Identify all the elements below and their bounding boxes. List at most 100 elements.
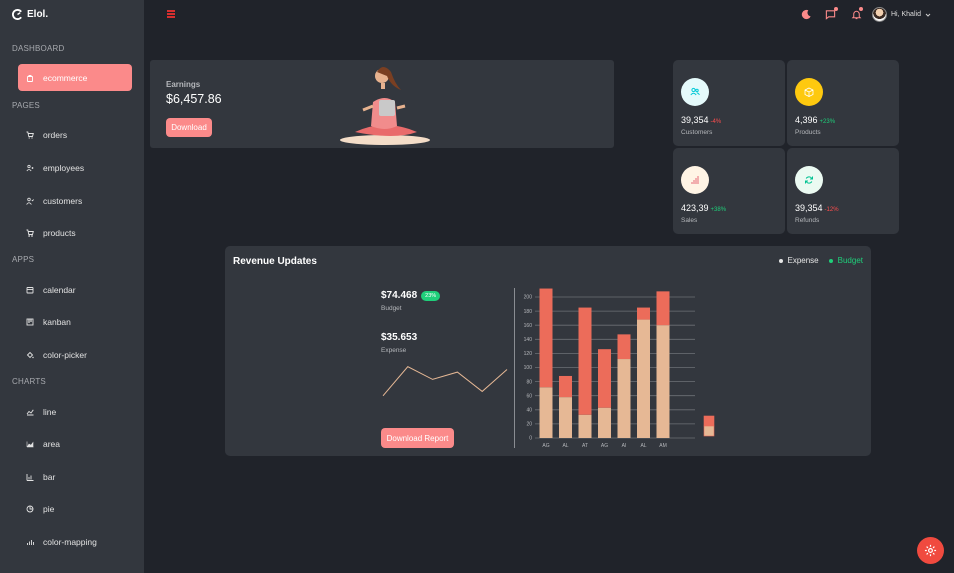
expense-value: $35.653: [381, 332, 418, 343]
bar-budget[interactable]: [539, 387, 553, 438]
user-check-icon: [26, 197, 34, 205]
sidebar-item-label: color-picker: [43, 349, 87, 360]
sidebar-item-label: kanban: [43, 316, 71, 327]
sidebar-item-employees[interactable]: employees: [18, 154, 132, 181]
bar-budget[interactable]: [559, 397, 572, 438]
cart-icon: [26, 131, 34, 139]
stat-change: +23%: [819, 119, 836, 125]
budget-value: $74.468 23%: [381, 290, 441, 301]
chevron-down-icon: [925, 13, 931, 17]
y-tick-label: 200: [524, 295, 533, 301]
sidebar-item-calendar[interactable]: calendar: [18, 276, 132, 303]
expense-label: Expense: [381, 347, 407, 354]
stat-change: -12%: [824, 207, 839, 213]
logo-icon: [12, 9, 22, 20]
sidebar-item-pie[interactable]: pie: [18, 495, 132, 522]
legend-item-expense[interactable]: Expense: [778, 256, 819, 265]
sidebar-item-customers[interactable]: customers: [18, 187, 132, 214]
sidebar-section-pages: PAGES: [12, 101, 40, 110]
download-button[interactable]: Download: [166, 118, 212, 137]
bar-budget[interactable]: [578, 414, 592, 438]
sidebar-item-label: pie: [43, 503, 55, 514]
x-tick-label: AL: [640, 443, 646, 449]
stat-value: 39,354 -12%: [795, 203, 839, 213]
legend-item-budget[interactable]: Budget: [828, 256, 863, 265]
sidebar-item-ecommerce[interactable]: ecommerce: [18, 64, 132, 91]
area-chart-icon: [26, 441, 34, 447]
bell-notification-dot: [859, 7, 863, 11]
expense-sparkline: [382, 366, 508, 397]
stock-chart-icon: [27, 539, 34, 545]
sidebar-item-kanban[interactable]: kanban: [18, 308, 132, 335]
sidebar-item-bar[interactable]: bar: [18, 463, 132, 490]
bar-expense[interactable]: [559, 375, 572, 398]
y-tick-label: 100: [524, 365, 533, 371]
sidebar-item-color-picker[interactable]: color-picker: [18, 341, 132, 368]
bar-expense[interactable]: [539, 288, 553, 388]
stat-icon-wrapper[interactable]: [795, 78, 823, 106]
revenue-title: Revenue Updates: [233, 256, 317, 267]
sidebar-item-label: color-mapping: [43, 536, 97, 547]
earnings-card: Earnings $6,457.86 Download: [150, 60, 614, 148]
x-tick-label: AT: [582, 443, 588, 449]
user-menu[interactable]: Hi, Khalid: [872, 7, 931, 22]
revenue-card: Revenue Updates Expense Budget $74.468 23…: [225, 246, 871, 456]
y-tick-label: 60: [526, 393, 532, 399]
bar-expense[interactable]: [656, 291, 670, 326]
bar-chart-icon: [691, 176, 699, 184]
bar-budget[interactable]: [656, 325, 670, 438]
stat-name: Products: [795, 129, 821, 136]
bar-expense[interactable]: [637, 307, 650, 320]
y-tick-label: 0: [529, 436, 532, 442]
sidebar-item-orders[interactable]: orders: [18, 121, 132, 148]
sidebar-item-label: ecommerce: [43, 72, 88, 83]
bar-budget[interactable]: [617, 359, 631, 438]
stat-change: -4%: [710, 119, 722, 125]
x-tick-label: AM: [659, 443, 667, 449]
x-tick-label: AG: [601, 443, 608, 449]
download-report-button[interactable]: Download Report: [381, 428, 454, 448]
bar-expense[interactable]: [617, 334, 631, 360]
settings-button[interactable]: [917, 537, 944, 564]
refresh-icon: [805, 176, 813, 184]
bar-expense[interactable]: [598, 349, 611, 408]
y-tick-label: 180: [524, 309, 533, 315]
stat-icon-wrapper[interactable]: [795, 166, 823, 194]
budget-label: Budget: [381, 305, 402, 312]
y-tick-label: 140: [524, 337, 533, 343]
pie-chart-icon: [26, 505, 34, 512]
sidebar-item-area[interactable]: area: [18, 430, 132, 457]
budget-badge: 23%: [421, 290, 441, 301]
sidebar-item-color-mapping[interactable]: color-mapping: [18, 528, 132, 555]
sidebar-item-label: area: [43, 438, 61, 449]
sidebar-item-label: customers: [43, 195, 83, 206]
line-chart-icon: [26, 409, 34, 415]
app-logo[interactable]: Elol.: [12, 9, 48, 20]
bar-budget[interactable]: [637, 319, 650, 438]
sidebar-item-products[interactable]: products: [18, 219, 132, 246]
moon-icon[interactable]: [801, 9, 812, 20]
sidebar-item-line[interactable]: line: [18, 398, 132, 425]
stat-value: 39,354 -4%: [681, 115, 722, 125]
stat-icon-wrapper[interactable]: [681, 166, 709, 194]
stat-card-products: 4,396 +23% Products: [787, 60, 899, 146]
users-icon: [26, 164, 34, 171]
menu-toggle-button[interactable]: [167, 10, 175, 18]
stat-icon-wrapper[interactable]: [681, 78, 709, 106]
kanban-icon: [26, 318, 34, 325]
cart-outline-icon: [26, 229, 34, 237]
revenue-bar-chart: 0 20 40 60 80 100 120 140 160 180 200 AG AL AT AG AI AL A…: [524, 288, 715, 449]
stat-card-refunds: 39,354 -12% Refunds: [787, 148, 899, 234]
stat-change: +38%: [710, 207, 727, 213]
user-greeting: Hi, Khalid: [891, 11, 921, 18]
users-icon: [690, 87, 700, 96]
sidebar-section-charts: CHARTS: [12, 377, 46, 386]
bar-expense[interactable]: [578, 307, 592, 415]
bar-chart-icon: [26, 473, 34, 481]
sidebar: Elol. DASHBOARD ecommerce PAGES orders emplo…: [0, 0, 144, 573]
calendar-icon: [26, 286, 34, 293]
y-tick-label: 80: [526, 379, 532, 385]
bar-budget[interactable]: [598, 407, 611, 438]
x-tick-label: AL: [562, 443, 568, 449]
chart-legend: Expense Budget: [778, 256, 863, 265]
